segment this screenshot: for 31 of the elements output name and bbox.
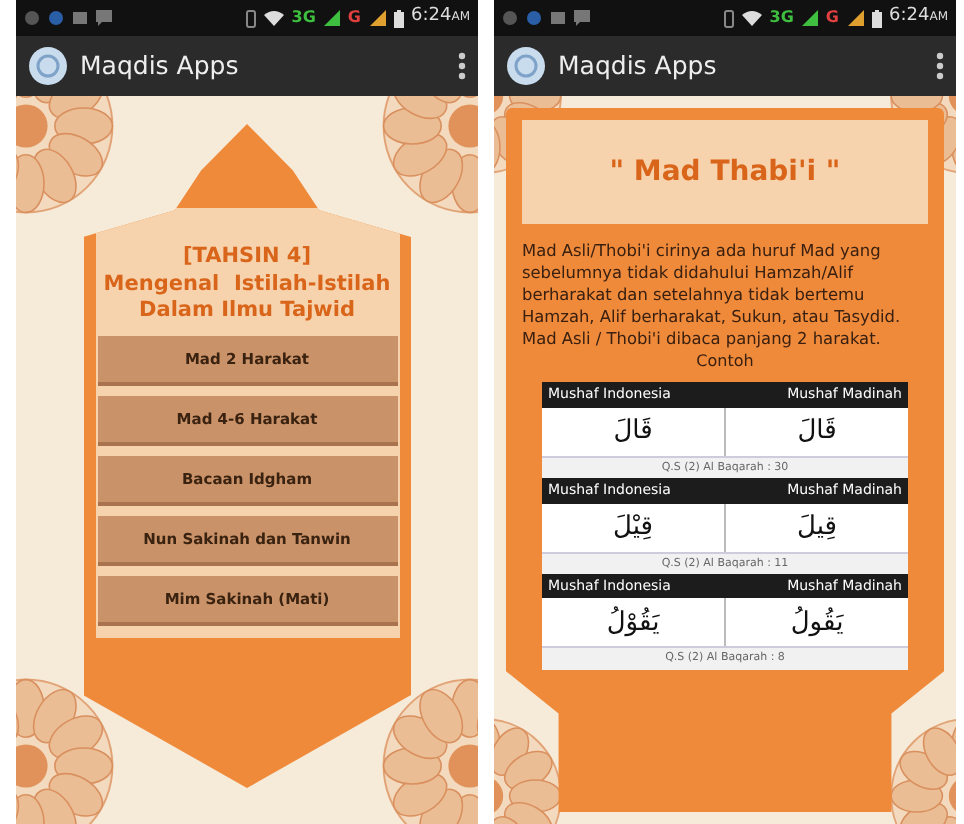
message-icon xyxy=(96,10,112,26)
network-label: G xyxy=(347,6,361,30)
vibrate-icon xyxy=(245,9,256,27)
description-text: Mad Asli/Thobi'i cirinya ada huruf Mad yang sebelumnya tidak didahului Hamzah/Alif berharakat dan setelahnya tidak bertemu Hamzah, Alif berharakat, Sukun, atau Tasydid. Mad Asli / Thobi'i dibaca panjang 2 harakat. xyxy=(522,240,903,351)
overflow-menu-icon[interactable] xyxy=(458,52,466,80)
heading-text: " Mad Thabi'i " xyxy=(609,153,841,191)
wifi-icon xyxy=(263,10,284,26)
battery-icon xyxy=(871,9,881,27)
network-label: 3G xyxy=(769,6,794,30)
network-label: 3G xyxy=(291,6,316,30)
signal-icon xyxy=(323,10,340,26)
app-logo-icon xyxy=(506,46,546,86)
arabic-word: يَقُوْلُ xyxy=(604,604,662,642)
heading-text: Dalam Ilmu Tajwid xyxy=(139,298,355,326)
signal-icon xyxy=(369,10,385,26)
signal-icon xyxy=(847,10,863,26)
overflow-menu-icon[interactable] xyxy=(936,52,944,80)
message-icon xyxy=(574,10,590,26)
app-logo-icon xyxy=(28,46,68,86)
wifi-icon xyxy=(741,10,762,26)
arabic-word: قَالَ xyxy=(611,414,655,451)
app-title: Maqdis Apps xyxy=(558,47,719,84)
signal-icon xyxy=(801,10,818,26)
heading-text: Mengenal Istilah-Istilah xyxy=(103,271,391,299)
heading-text: [TAHSIN 4] xyxy=(182,244,312,272)
app-title: Maqdis Apps xyxy=(80,47,241,84)
battery-icon xyxy=(393,9,403,27)
vibrate-icon xyxy=(723,9,734,27)
network-label: G xyxy=(825,6,839,30)
arabic-word: قِيْلَ xyxy=(611,509,655,546)
caption-text: Contoh xyxy=(694,350,756,375)
